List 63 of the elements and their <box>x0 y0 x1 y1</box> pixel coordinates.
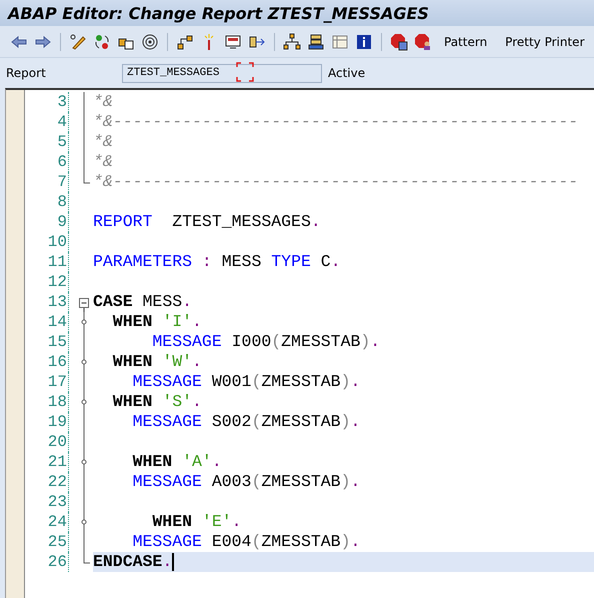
code-line: MESSAGE S002(ZMESSTAB). <box>132 412 360 432</box>
code-line: PARAMETERS : MESS TYPE C. <box>93 252 341 272</box>
text-cursor <box>172 553 174 571</box>
code-line: *&----------------------------------------------- <box>93 112 578 132</box>
code-line: *& <box>93 132 113 152</box>
line-number: 18 <box>25 392 69 412</box>
code-line: WHEN 'I'. <box>112 312 202 332</box>
line-number: 6 <box>25 152 69 172</box>
toggle-icon[interactable] <box>93 32 111 50</box>
line-number: 22 <box>25 472 69 492</box>
code-line: *& <box>93 92 113 112</box>
code-line: MESSAGE A003(ZMESSTAB). <box>132 472 360 492</box>
line-number: 15 <box>25 332 69 352</box>
code-line: WHEN 'A'. <box>132 452 222 472</box>
line-number: 4 <box>25 112 69 132</box>
stack-icon[interactable] <box>307 32 325 50</box>
line-number: 12 <box>25 272 69 292</box>
line-number: 16 <box>25 352 69 372</box>
line-number: 8 <box>25 192 69 212</box>
code-editor[interactable] <box>5 88 594 598</box>
line-number: 17 <box>25 372 69 392</box>
toolbar-button[interactable]: Pretty Printer <box>499 32 590 50</box>
code-line: MESSAGE W001(ZMESSTAB). <box>132 372 360 392</box>
line-number: 19 <box>25 412 69 432</box>
code-line: WHEN 'E'. <box>151 512 242 532</box>
line-number: 23 <box>25 492 69 512</box>
status-text: Active <box>328 66 366 80</box>
line-number: 11 <box>25 252 69 272</box>
code-line: CASE MESS. <box>93 292 192 312</box>
table-icon[interactable] <box>331 32 349 50</box>
code-line: *& <box>93 152 113 172</box>
line-number: 7 <box>25 172 69 192</box>
display-icon[interactable] <box>224 32 242 50</box>
code-line: MESSAGE E004(ZMESSTAB). <box>132 532 360 552</box>
line-number: 10 <box>25 232 69 252</box>
line-number: 24 <box>25 512 69 532</box>
code-line: MESSAGE I000(ZMESSTAB). <box>151 332 380 352</box>
line-number: 20 <box>25 432 69 452</box>
hierarchy-icon[interactable] <box>176 32 194 50</box>
collapse-icon[interactable] <box>79 298 89 312</box>
line-number: 3 <box>25 92 69 112</box>
field-label: Report <box>6 66 47 80</box>
report-field[interactable]: ZTEST_MESSAGES <box>122 64 322 82</box>
info-icon[interactable] <box>355 32 373 50</box>
line-number: 5 <box>25 132 69 152</box>
code-line: *&----------------------------------------------- <box>93 172 578 192</box>
line-number: 14 <box>25 312 69 332</box>
line-number: 26 <box>25 552 69 572</box>
line-number: 13 <box>25 292 69 312</box>
window-title: ABAP Editor: Change Report ZTEST_MESSAGES <box>8 4 429 22</box>
code-line: WHEN 'W'. <box>112 352 202 372</box>
code-line: REPORT ZTEST_MESSAGES. <box>93 212 321 232</box>
pencil-icon[interactable] <box>69 32 87 50</box>
focus-marker-icon <box>236 62 254 82</box>
line-number: 21 <box>25 452 69 472</box>
line-number: 9 <box>25 212 69 232</box>
toolbar-button[interactable]: Pattern <box>438 32 494 50</box>
code-line: WHEN 'S'. <box>112 392 202 412</box>
stop-sign-icon[interactable] <box>390 32 408 50</box>
line-number: 25 <box>25 532 69 552</box>
tree-icon[interactable] <box>283 32 301 50</box>
stop-sign-user-icon[interactable] <box>414 32 432 50</box>
code-line: ENDCASE. <box>93 552 172 572</box>
